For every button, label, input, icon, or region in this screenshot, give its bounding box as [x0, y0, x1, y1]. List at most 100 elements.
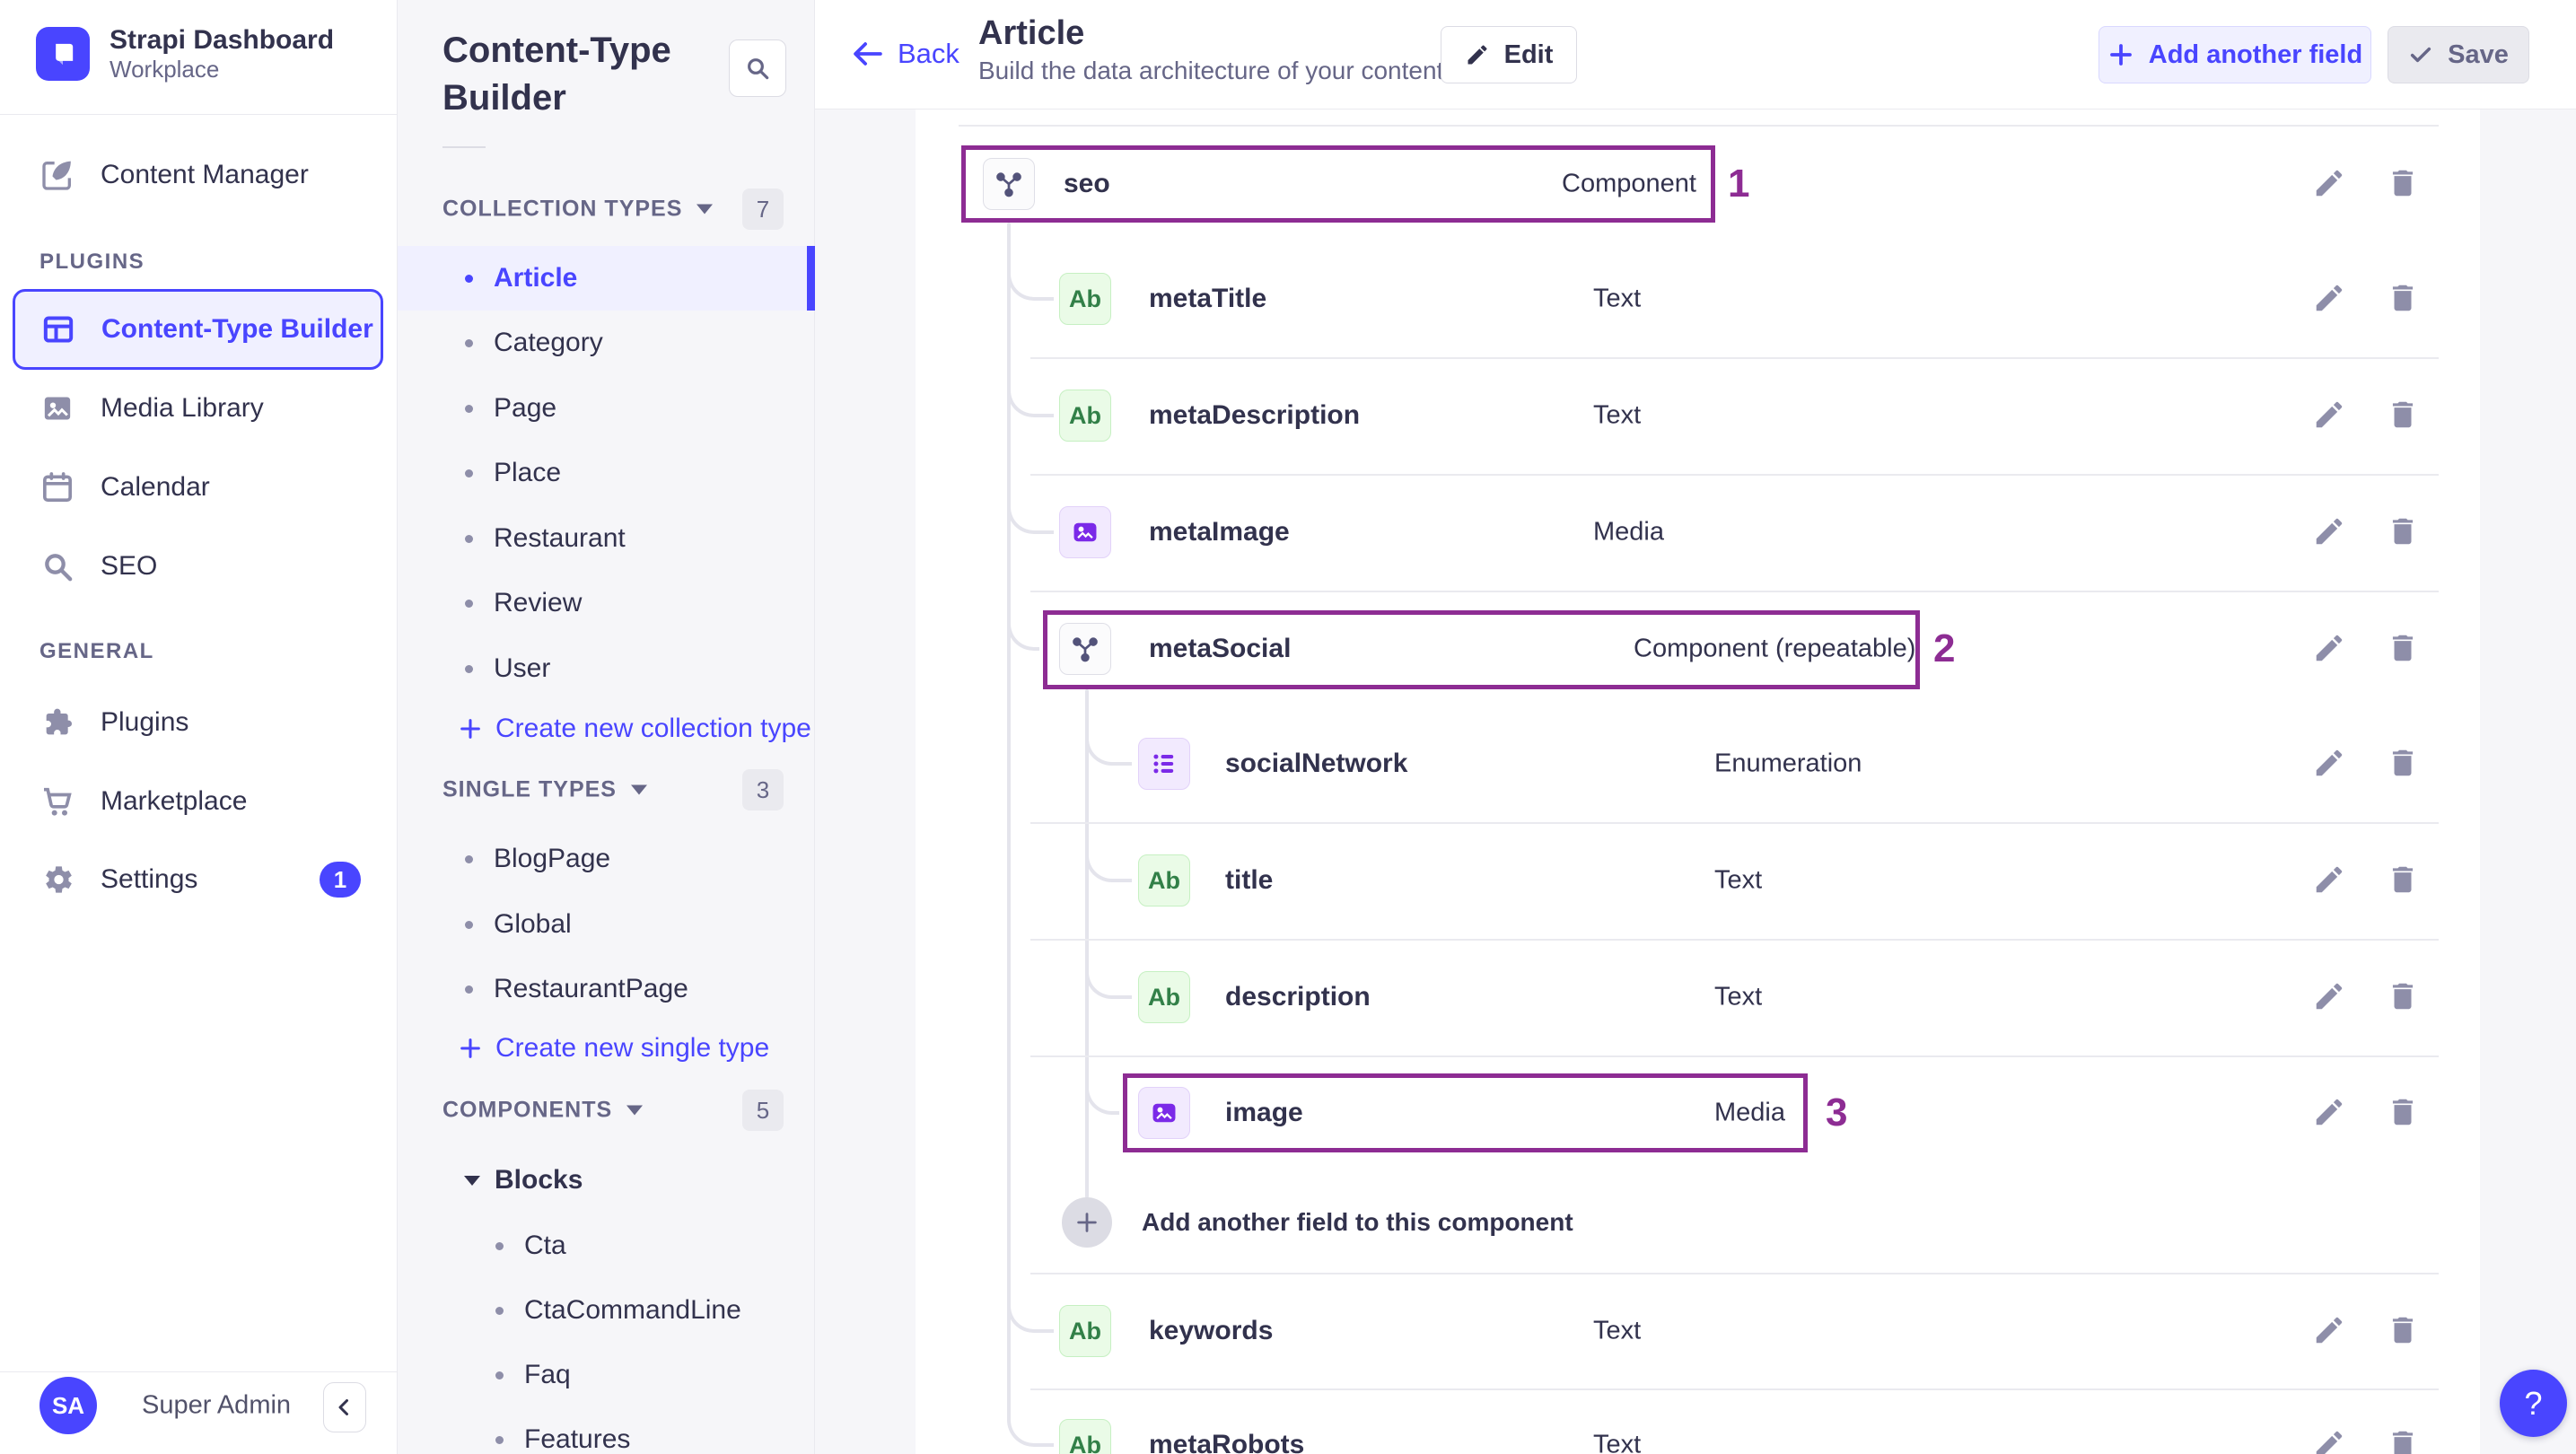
- field-row-seo[interactable]: seo Component: [916, 126, 2480, 242]
- calendar-icon: [39, 469, 75, 505]
- components-header[interactable]: COMPONENTS: [442, 1098, 644, 1124]
- field-type: Component (repeatable): [1634, 634, 1916, 663]
- workspace-name: Workplace: [110, 56, 220, 83]
- collection-item-category[interactable]: Category: [398, 311, 815, 375]
- collection-item-place[interactable]: Place: [398, 441, 815, 505]
- edit-field-button[interactable]: [2312, 631, 2348, 667]
- component-item-faq[interactable]: Faq: [398, 1343, 815, 1407]
- collection-types-label: COLLECTION TYPES: [442, 196, 683, 222]
- field-row-metaDescription[interactable]: Ab metaDescription Text: [916, 357, 2480, 474]
- field-type: Component: [1562, 169, 1696, 198]
- sidebar-item-media-library[interactable]: Media Library: [0, 369, 398, 448]
- delete-field-button[interactable]: [2386, 281, 2422, 317]
- field-row-metaSocial[interactable]: metaSocial Component (repeatable): [916, 591, 2480, 707]
- delete-field-button[interactable]: [2386, 398, 2422, 434]
- single-item-restaurantpage[interactable]: RestaurantPage: [398, 957, 815, 1021]
- create-single-type-link[interactable]: Create new single type: [458, 1033, 769, 1064]
- delete-field-button[interactable]: [2386, 1095, 2422, 1131]
- edit-field-button[interactable]: [2312, 1095, 2348, 1131]
- single-types-header[interactable]: SINGLE TYPES: [442, 777, 647, 803]
- search-button[interactable]: [729, 39, 786, 97]
- collection-item-page[interactable]: Page: [398, 376, 815, 441]
- field-name: title: [1225, 865, 1274, 895]
- delete-field-button[interactable]: [2386, 166, 2422, 202]
- chevron-down-icon: [630, 784, 647, 795]
- field-name: metaSocial: [1149, 634, 1292, 663]
- sidebar-item-plugins[interactable]: Plugins: [0, 683, 398, 762]
- field-type: Text: [1714, 982, 1763, 1012]
- edit-field-button[interactable]: [2312, 979, 2348, 1015]
- sidebar-item-content-manager[interactable]: Content Manager: [0, 136, 398, 215]
- collection-types-header[interactable]: COLLECTION TYPES: [442, 196, 714, 223]
- annotation-number-2: 2: [1933, 626, 1956, 670]
- sidebar-item-label: Calendar: [101, 472, 210, 502]
- page-title: Article: [978, 14, 1085, 52]
- field-type: Text: [1714, 865, 1763, 895]
- sidebar-item-calendar[interactable]: Calendar: [0, 448, 398, 527]
- collapse-sidebar-button[interactable]: [323, 1382, 366, 1432]
- text-field-icon: Ab: [1138, 971, 1190, 1023]
- delete-field-button[interactable]: [2386, 1427, 2422, 1454]
- field-row-metaRobots[interactable]: Ab metaRobots Text: [916, 1387, 2480, 1454]
- collection-item-review[interactable]: Review: [398, 571, 815, 635]
- edit-field-button[interactable]: [2312, 1313, 2348, 1349]
- pencil-icon: [1468, 45, 1487, 65]
- collection-item-article[interactable]: Article: [398, 246, 815, 311]
- plus-icon: [2109, 44, 2132, 66]
- delete-field-button[interactable]: [2386, 631, 2422, 667]
- edit-field-button[interactable]: [2312, 166, 2348, 202]
- add-another-field-button[interactable]: Add another field: [2098, 26, 2371, 83]
- user-avatar[interactable]: SA: [39, 1377, 97, 1434]
- field-row-image[interactable]: image Media: [916, 1055, 2480, 1171]
- add-component-field-label[interactable]: Add another field to this component: [1142, 1208, 1573, 1237]
- collection-types-count: 7: [742, 188, 784, 230]
- field-name: seo: [1064, 169, 1110, 198]
- field-name: description: [1225, 982, 1371, 1012]
- media-library-icon: [39, 390, 75, 426]
- delete-field-button[interactable]: [2386, 863, 2422, 898]
- workspace-switcher[interactable]: Strapi Dashboard Workplace: [36, 25, 334, 83]
- edit-field-button[interactable]: [2312, 863, 2348, 898]
- field-row-metaTitle[interactable]: Ab metaTitle Text: [916, 241, 2480, 357]
- bullet-icon: [495, 1306, 504, 1315]
- sidebar-item-seo[interactable]: SEO: [0, 527, 398, 606]
- add-component-field-button[interactable]: [1062, 1197, 1112, 1248]
- field-row-socialNetwork[interactable]: socialNetwork Enumeration: [916, 705, 2480, 822]
- seo-search-icon: [39, 548, 75, 584]
- edit-field-button[interactable]: [2312, 746, 2348, 782]
- collection-item-restaurant[interactable]: Restaurant: [398, 506, 815, 571]
- content-type-builder-icon: [40, 311, 76, 347]
- single-item-global[interactable]: Global: [398, 892, 815, 957]
- component-item-ctacommandline[interactable]: CtaCommandLine: [398, 1278, 815, 1343]
- help-button[interactable]: ?: [2500, 1370, 2567, 1437]
- component-field-icon: [1059, 623, 1111, 675]
- bullet-icon: [465, 920, 473, 929]
- field-row-title[interactable]: Ab title Text: [916, 822, 2480, 939]
- back-link[interactable]: Back: [851, 37, 959, 71]
- delete-field-button[interactable]: [2386, 746, 2422, 782]
- single-item-blogpage[interactable]: BlogPage: [398, 827, 815, 891]
- delete-field-button[interactable]: [2386, 1313, 2422, 1349]
- create-collection-type-link[interactable]: Create new collection type: [458, 714, 811, 744]
- edit-field-button[interactable]: [2312, 1427, 2348, 1454]
- field-name: keywords: [1149, 1316, 1274, 1345]
- edit-field-button[interactable]: [2312, 281, 2348, 317]
- edit-button[interactable]: Edit: [1441, 26, 1577, 83]
- collection-item-user[interactable]: User: [398, 636, 815, 701]
- field-row-metaImage[interactable]: metaImage Media: [916, 474, 2480, 591]
- sidebar-item-marketplace[interactable]: Marketplace: [0, 762, 398, 841]
- component-group-blocks[interactable]: Blocks: [464, 1165, 583, 1196]
- gear-icon: [39, 862, 75, 898]
- component-item-cta[interactable]: Cta: [398, 1213, 815, 1278]
- edit-field-button[interactable]: [2312, 514, 2348, 550]
- delete-field-button[interactable]: [2386, 979, 2422, 1015]
- edit-field-button[interactable]: [2312, 398, 2348, 434]
- settings-notification-badge: 1: [320, 862, 361, 898]
- save-button[interactable]: Save: [2388, 26, 2529, 83]
- search-icon: [748, 58, 769, 80]
- field-row-keywords[interactable]: Ab keywords Text: [916, 1273, 2480, 1389]
- sidebar-item-content-type-builder[interactable]: Content-Type Builder: [13, 289, 383, 370]
- field-row-description[interactable]: Ab description Text: [916, 939, 2480, 1055]
- delete-field-button[interactable]: [2386, 514, 2422, 550]
- component-item-features[interactable]: Features: [398, 1407, 815, 1454]
